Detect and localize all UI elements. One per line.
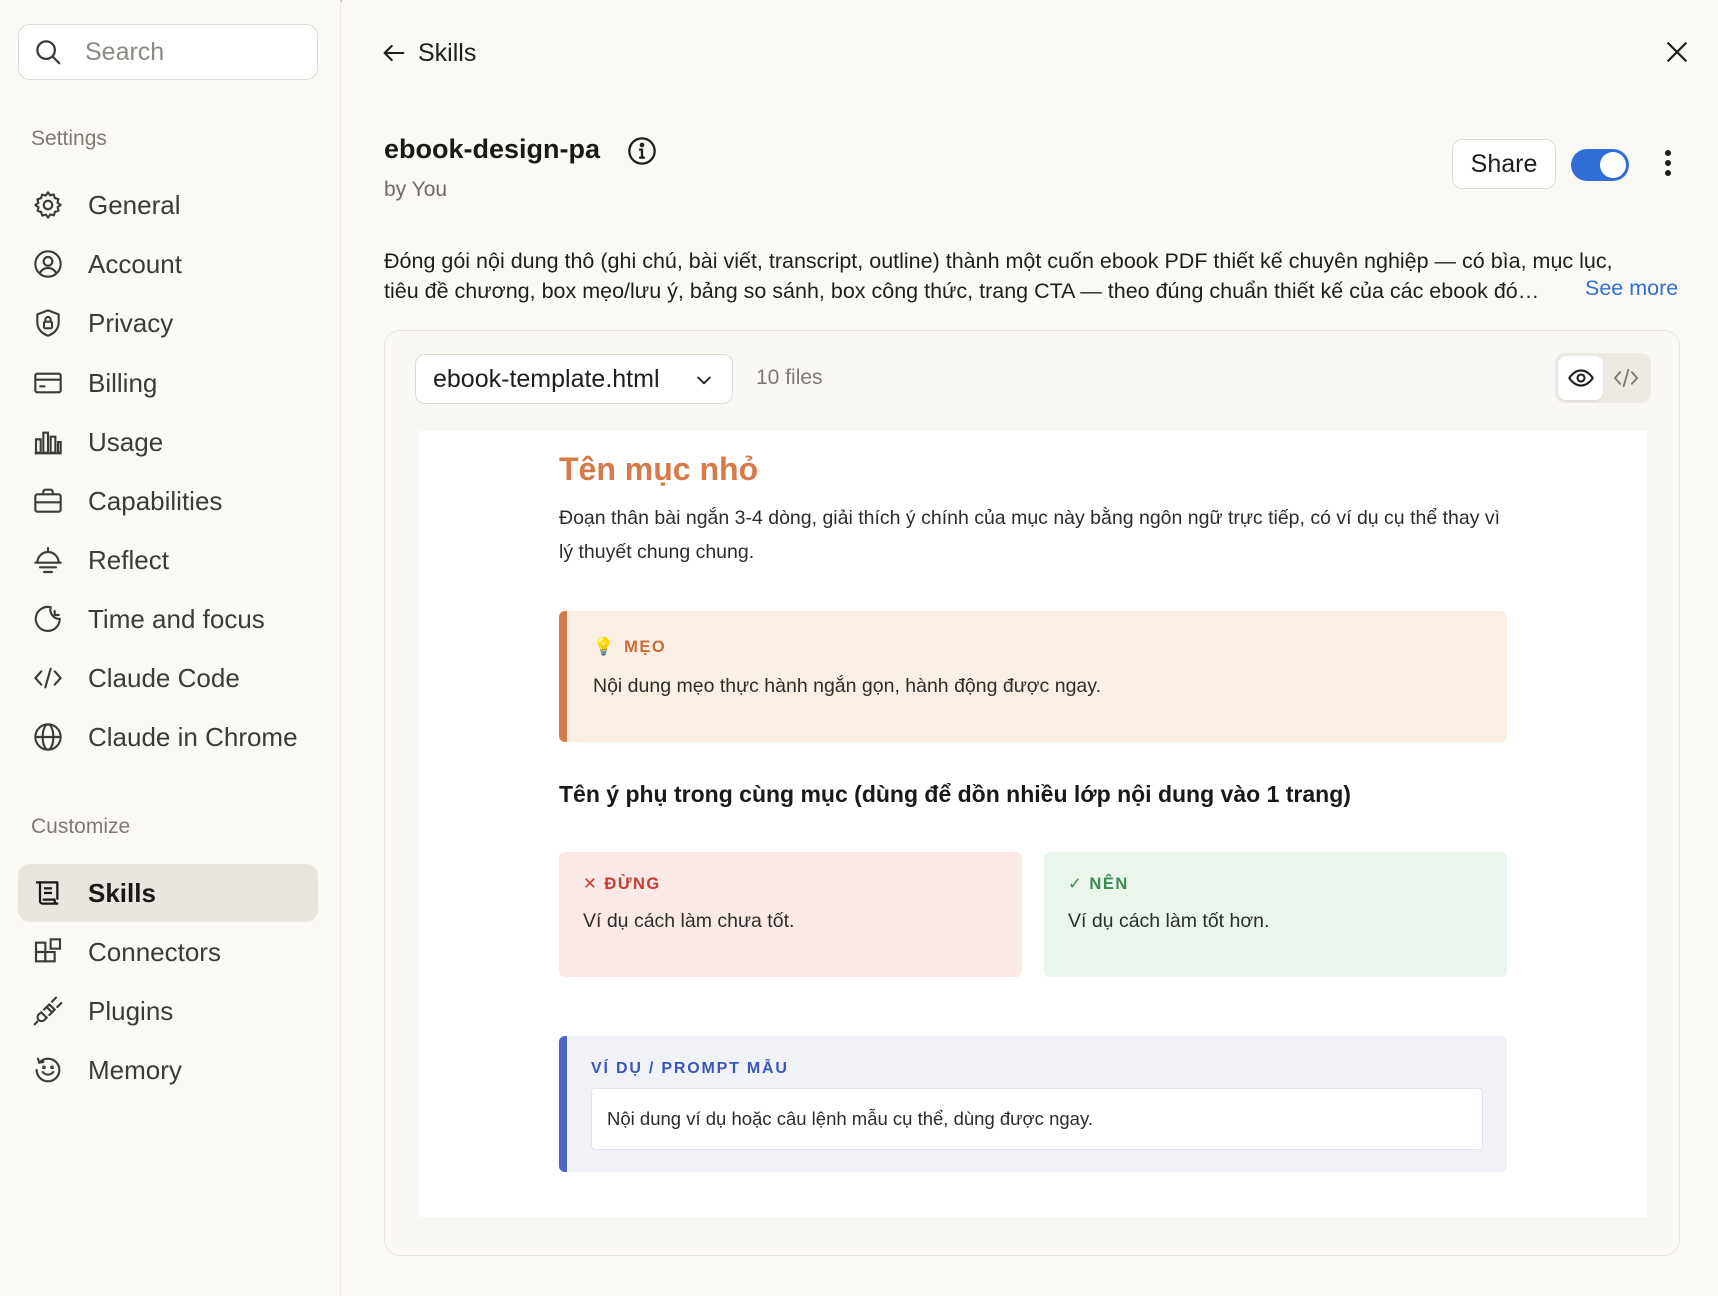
sidebar-item-account[interactable]: Account (18, 235, 318, 293)
sidebar-item-memory[interactable]: Memory (18, 1041, 318, 1099)
sidebar-item-plugins[interactable]: Plugins (18, 982, 318, 1040)
reflect-icon (34, 546, 62, 574)
scroll-icon (36, 881, 59, 905)
file-count: 10 files (756, 366, 823, 389)
tip-label: MẸO (624, 637, 667, 656)
tip-box: 💡 MẸO Nội dung mẹo thực hành ngắn gọn, h… (559, 611, 1507, 742)
skill-author: by You (384, 178, 448, 201)
description-line: tiêu đề chương, box mẹo/lưu ý, bảng so s… (384, 279, 1540, 303)
sidebar-item-connectors[interactable]: Connectors (18, 923, 318, 981)
preview-mode-button[interactable] (1558, 356, 1603, 400)
back-label: Skills (418, 38, 477, 67)
example-text: Nội dung ví dụ hoặc câu lệnh mẫu cụ thể,… (607, 1108, 1093, 1129)
example-content: Nội dung ví dụ hoặc câu lệnh mẫu cụ thể,… (591, 1088, 1483, 1150)
gear-icon (34, 191, 62, 219)
sidebar-item-label: Memory (88, 1054, 182, 1085)
preview-subheading: Tên ý phụ trong cùng mục (dùng để dồn nh… (559, 781, 1351, 807)
info-icon[interactable] (626, 135, 658, 167)
selected-file-name: ebook-template.html (433, 364, 660, 393)
code-mode-button[interactable] (1603, 356, 1648, 400)
do-box: ✓ NÊN Ví dụ cách làm tốt hơn. (1044, 852, 1507, 977)
sidebar-item-label: Usage (88, 426, 164, 457)
customize-section-label: Customize (31, 815, 131, 838)
sidebar-item-usage[interactable]: Usage (18, 413, 318, 471)
settings-sidebar: Settings General Account Privacy Billing… (0, 0, 341, 1296)
preview-body: Đoạn thân bài ngắn 3-4 dòng, giải thích … (559, 507, 1501, 563)
skill-detail-panel: Skills ebook-design-pa by You Share Đóng… (342, 0, 1718, 1296)
sidebar-item-privacy[interactable]: Privacy (18, 294, 318, 352)
dont-label: ✕ ĐỪNG (583, 875, 661, 893)
do-label: ✓ NÊN (1068, 875, 1129, 893)
more-options-icon[interactable] (1661, 148, 1675, 178)
blocks-icon (34, 938, 62, 963)
dont-box: ✕ ĐỪNG Ví dụ cách làm chưa tốt. (559, 852, 1022, 977)
do-text: Ví dụ cách làm tốt hơn. (1068, 910, 1270, 932)
see-more-link[interactable]: See more (1585, 276, 1678, 301)
sidebar-item-label: Billing (88, 367, 158, 398)
sidebar-item-label: Plugins (88, 995, 174, 1026)
sidebar-item-label: Privacy (88, 307, 174, 338)
sidebar-item-label: Reflect (88, 544, 169, 575)
sidebar-item-label: Claude in Chrome (88, 721, 298, 752)
memory-icon (35, 1057, 61, 1083)
sidebar-item-claude-code[interactable]: Claude Code (18, 649, 318, 707)
search-box[interactable] (18, 24, 318, 80)
description-line: Đóng gói nội dung thô (ghi chú, bài viết… (384, 249, 1613, 273)
html-preview: Tên mục nhỏ Đoạn thân bài ngắn 3-4 dòng,… (419, 431, 1647, 1217)
briefcase-icon (34, 488, 62, 513)
sidebar-item-time-and-focus[interactable]: Time and focus (18, 590, 318, 648)
sidebar-item-reflect[interactable]: Reflect (18, 531, 318, 589)
sidebar-item-general[interactable]: General (18, 176, 318, 234)
back-button[interactable]: Skills (380, 36, 476, 70)
sidebar-item-label: Capabilities (88, 485, 223, 516)
share-button[interactable]: Share (1452, 139, 1556, 189)
dont-text: Ví dụ cách làm chưa tốt. (583, 910, 795, 932)
example-box: VÍ DỤ / PROMPT MẪU Nội dung ví dụ hoặc c… (559, 1036, 1507, 1172)
sidebar-item-skills[interactable]: Skills (18, 864, 318, 922)
bar-chart-icon (34, 431, 62, 455)
tip-header: 💡 MẸO (593, 637, 666, 657)
eye-icon (1567, 369, 1594, 387)
sidebar-item-label: General (88, 189, 181, 220)
toggle-knob (1600, 152, 1626, 178)
plug-icon (33, 996, 63, 1026)
code-icon (34, 667, 62, 689)
view-mode-toggle (1555, 353, 1651, 403)
file-select-dropdown[interactable]: ebook-template.html (415, 354, 733, 404)
preview-heading: Tên mục nhỏ (559, 451, 759, 487)
sidebar-item-capabilities[interactable]: Capabilities (18, 472, 318, 530)
shield-lock-icon (36, 309, 60, 337)
lightbulb-icon: 💡 (593, 637, 615, 656)
sidebar-item-label: Connectors (88, 936, 221, 967)
arrow-left-icon (383, 44, 405, 62)
globe-icon (34, 723, 62, 751)
search-input[interactable] (85, 37, 285, 67)
sidebar-item-label: Skills (88, 877, 156, 908)
sidebar-item-claude-in-chrome[interactable]: Claude in Chrome (18, 708, 318, 766)
moon-clock-icon (34, 605, 61, 632)
skill-description: Đóng gói nội dung thô (ghi chú, bài viết… (384, 246, 1684, 306)
sidebar-item-label: Account (88, 248, 182, 279)
chevron-down-icon (697, 376, 711, 385)
sidebar-item-label: Claude Code (88, 662, 240, 693)
credit-card-icon (34, 372, 62, 394)
search-icon (36, 40, 61, 65)
example-label: VÍ DỤ / PROMPT MẪU (591, 1060, 789, 1077)
code-icon (1613, 368, 1638, 388)
settings-section-label: Settings (31, 127, 107, 150)
skill-enabled-toggle[interactable] (1571, 149, 1629, 181)
sidebar-item-label: Time and focus (88, 603, 265, 634)
close-icon[interactable] (1662, 37, 1692, 67)
sidebar-item-billing[interactable]: Billing (18, 354, 318, 412)
user-circle-icon (34, 250, 62, 278)
skill-title: ebook-design-pa (384, 134, 601, 164)
tip-text: Nội dung mẹo thực hành ngắn gọn, hành độ… (593, 675, 1101, 697)
file-viewer: ebook-template.html 10 files Tên mục nhỏ… (384, 330, 1680, 1256)
